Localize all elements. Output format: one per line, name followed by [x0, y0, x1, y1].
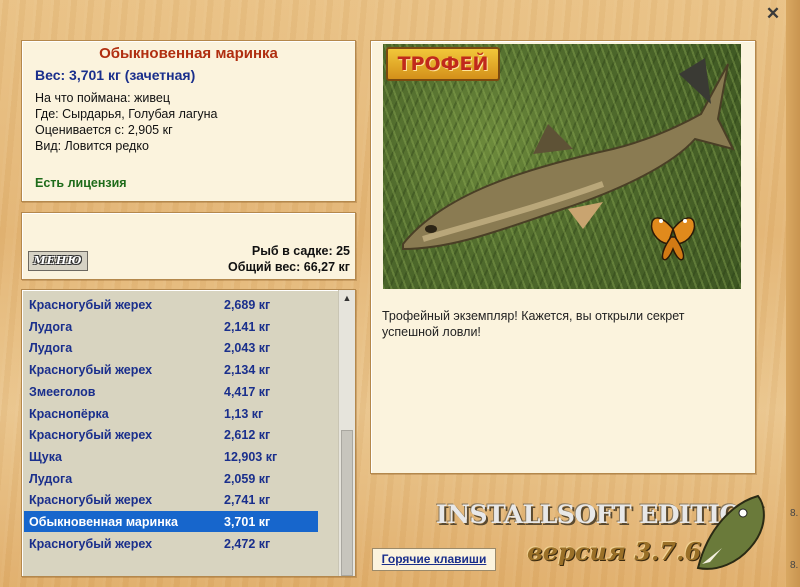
side-mark-1: 8. [790, 508, 799, 519]
catch-row-name: Красногубый жерех [29, 493, 153, 508]
bait-info: На что поймана: живец [35, 91, 170, 105]
close-icon[interactable]: ✕ [764, 5, 782, 23]
license-status: Есть лицензия [35, 176, 127, 190]
catch-row[interactable]: Красногубый жерех 2,472 кг [24, 533, 318, 554]
catch-row-name: Красногубый жерех [29, 536, 153, 551]
catch-row[interactable]: Лудога 2,043 кг [24, 337, 318, 358]
total-weight: Общий вес: 66,27 кг [228, 260, 350, 274]
cage-panel: МЕНЮ Рыб в садке: 25 Общий вес: 66,27 кг [21, 212, 356, 280]
scroll-thumb[interactable] [341, 430, 353, 576]
fish-count: Рыб в садке: 25 [251, 244, 350, 258]
catch-row-name: Лудога [29, 471, 73, 486]
catch-row-weight: 2,059 кг [224, 471, 271, 486]
catch-row[interactable]: Красногубый жерех 2,612 кг [24, 424, 318, 445]
catch-row-weight: 1,13 кг [224, 406, 264, 421]
catch-row-weight: 2,689 кг [224, 298, 271, 312]
menu-button[interactable]: МЕНЮ [28, 251, 88, 271]
catch-row-weight: 2,741 кг [224, 493, 271, 508]
catch-row-weight: 2,134 кг [224, 363, 271, 378]
fish-name: Обыкновенная маринка [99, 45, 278, 62]
window-edge [786, 0, 800, 587]
pike-logo-icon [696, 494, 765, 570]
catch-row[interactable]: Щука 12,903 кг [24, 446, 318, 467]
trophy-badge: ТРОФЕЙ [386, 47, 500, 81]
catch-row[interactable]: Красногубый жерех 2,741 кг [24, 489, 318, 510]
catch-row-name: Щука [29, 449, 62, 464]
catch-row-name: Обыкновенная маринка [29, 515, 178, 529]
catch-row-weight: 12,903 кг [224, 449, 278, 464]
catch-row-name: Змееголов [29, 384, 96, 399]
catch-row-weight: 4,417 кг [224, 384, 271, 399]
catch-row-weight: 2,612 кг [224, 428, 271, 443]
catch-list[interactable]: Красногубый жерех 2,689 кг Лудога 2,141 кг Л… [21, 289, 356, 577]
catch-row-name: Красногубый жерех [29, 363, 153, 378]
hotkeys-button[interactable]: Горячие клавиши [372, 548, 496, 571]
species-info: Вид: Ловится редко [35, 139, 149, 153]
trophy-description: Трофейный экземпляр! Кажется, вы открыли… [382, 309, 685, 339]
photo-panel: ТРОФЕЙ Трофейный экземпляр! Кажется, вы … [370, 40, 756, 474]
catch-row-weight: 3,701 кг [224, 515, 271, 529]
catch-row-weight: 2,043 кг [224, 341, 271, 356]
catch-row[interactable]: Краснопёрка 1,13 кг [24, 403, 318, 424]
version-label: версия 3.7.6 [527, 537, 702, 566]
catch-row[interactable]: Лудога 2,059 кг [24, 468, 318, 489]
location-info: Где: Сырдарья, Голубая лагуна [35, 107, 218, 121]
catch-row-name: Краснопёрка [29, 406, 109, 421]
catch-row[interactable]: Змееголов 4,417 кг [24, 381, 318, 402]
catch-row-weight: 2,472 кг [224, 536, 271, 551]
fish-photo: ТРОФЕЙ [383, 44, 741, 289]
fish-info-panel: Обыкновенная маринка Вес: 3,701 кг (заче… [21, 40, 356, 202]
catch-row-weight: 2,141 кг [224, 319, 271, 334]
value-info: Оценивается с: 2,905 кг [35, 123, 173, 137]
fish-weight: Вес: 3,701 кг (зачетная) [35, 67, 196, 83]
catch-row-name: Красногубый жерех [29, 428, 153, 443]
list-scrollbar[interactable]: ▲ [338, 290, 355, 576]
catch-row-name: Красногубый жерех [29, 298, 153, 312]
catch-row[interactable]: Красногубый жерех 2,689 кг [24, 294, 318, 315]
catch-row[interactable]: Лудога 2,141 кг [24, 316, 318, 337]
scroll-up-icon[interactable]: ▲ [339, 290, 355, 306]
catch-row-name: Лудога [29, 319, 73, 334]
catch-row[interactable]: Обыкновенная маринка 3,701 кг [24, 511, 318, 532]
catch-row-name: Лудога [29, 341, 73, 356]
side-mark-2: 8. [790, 560, 799, 571]
catch-row[interactable]: Красногубый жерех 2,134 кг [24, 359, 318, 380]
